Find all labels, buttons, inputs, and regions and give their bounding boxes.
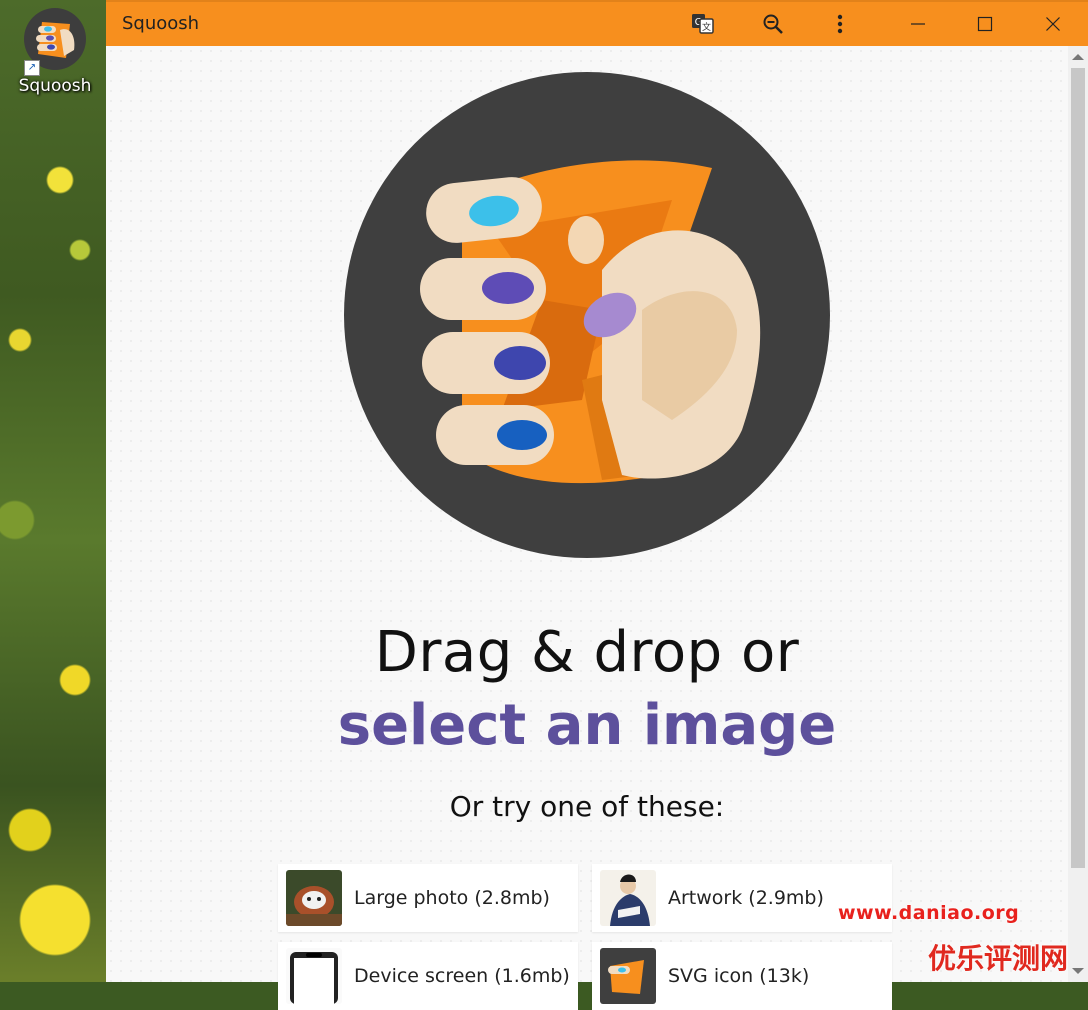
title-bar[interactable]: Squoosh G 文	[106, 0, 1088, 46]
watermark-site-name: 优乐评测网	[928, 942, 1069, 975]
zoom-icon	[763, 14, 783, 34]
select-image-link[interactable]: select an image	[106, 693, 1068, 758]
large-photo-thumbnail	[286, 870, 342, 926]
translate-button[interactable]: G 文	[686, 8, 720, 40]
minimize-icon	[911, 23, 925, 25]
watermark-url: www.daniao.org	[838, 902, 1020, 924]
close-icon	[1046, 17, 1060, 31]
squoosh-logo-illustration	[344, 72, 830, 558]
window-title: Squoosh	[122, 13, 200, 34]
demo-label: Artwork (2.9mb)	[668, 887, 824, 909]
squoosh-window: Squoosh G 文 Drag & drop or select an ima…	[106, 0, 1088, 1010]
demo-label: Device screen (1.6mb)	[354, 965, 570, 987]
maximize-button[interactable]	[968, 8, 1002, 40]
zoom-button[interactable]	[756, 8, 790, 40]
try-samples-text: Or try one of these:	[449, 790, 725, 823]
close-button[interactable]	[1036, 8, 1070, 40]
demo-label: SVG icon (13k)	[668, 965, 810, 987]
app-menu-button[interactable]	[823, 8, 857, 40]
device-screen-thumbnail	[286, 948, 342, 1004]
demo-label: Large photo (2.8mb)	[354, 887, 550, 909]
desktop-icon-label: Squoosh	[18, 76, 92, 96]
vertical-scrollbar[interactable]	[1068, 46, 1088, 982]
artwork-thumbnail	[600, 870, 656, 926]
scrollbar-thumb[interactable]	[1071, 68, 1085, 868]
desktop-background: ↗ Squoosh	[0, 0, 106, 982]
minimize-button[interactable]	[901, 8, 935, 40]
shortcut-arrow-icon: ↗	[24, 60, 40, 76]
translate-icon: G 文	[692, 14, 714, 34]
scroll-down-arrow-icon[interactable]	[1072, 968, 1084, 974]
scroll-up-arrow-icon[interactable]	[1072, 54, 1084, 60]
svg-icon-thumbnail	[600, 948, 656, 1004]
svg-text:文: 文	[702, 21, 711, 33]
more-vert-icon	[837, 14, 843, 34]
demo-item-large-photo[interactable]: Large photo (2.8mb)	[278, 864, 578, 932]
maximize-icon	[977, 16, 993, 32]
headline-drag-drop: Drag & drop or	[374, 620, 800, 685]
demo-item-device-screen[interactable]: Device screen (1.6mb)	[278, 942, 578, 1010]
desktop-shortcut-squoosh[interactable]: ↗ Squoosh	[8, 4, 102, 96]
drop-zone[interactable]: Drag & drop or select an image Or try on…	[106, 46, 1068, 1010]
demo-item-svg-icon[interactable]: SVG icon (13k)	[592, 942, 892, 1010]
